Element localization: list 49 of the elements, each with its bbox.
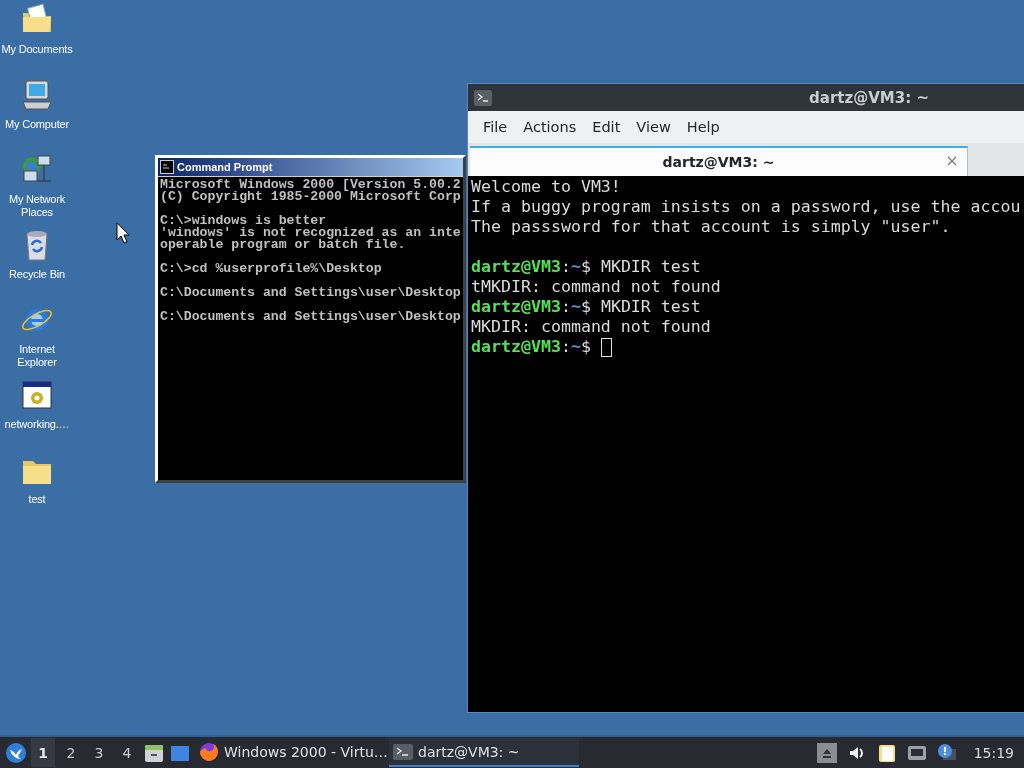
workspace-button[interactable]: 1 (31, 738, 55, 767)
icon-label[interactable]: Recycle Bin (9, 268, 65, 281)
icon-label[interactable]: My Documents (1, 43, 73, 56)
prompt-line: dartz@VM3:~$ MKDIR test (471, 297, 701, 317)
workspace-button[interactable]: 3 (87, 738, 111, 767)
menu-item[interactable]: File (476, 117, 515, 137)
console-text: (C) Copyright 1985-2000 Microsoft Corp (160, 191, 461, 203)
notification-icon[interactable] (936, 742, 957, 763)
icon-label[interactable]: networking.… (4, 418, 70, 431)
output-line: The passsword for that account is simply "user". (471, 217, 951, 237)
console-text: 'windows' is not recognized as an inte (160, 227, 461, 239)
terminal-icon[interactable] (474, 89, 492, 106)
output-line: tMKDIR: command not found (471, 277, 721, 297)
bird-logo-icon[interactable] (5, 741, 27, 764)
icon-label[interactable]: Internet Explorer (0, 343, 74, 369)
pointer-icon (116, 222, 130, 244)
fox-globe-icon (198, 740, 220, 763)
output-line: MKDIR: command not found (471, 317, 711, 337)
menu-item[interactable]: View (629, 117, 678, 137)
computer-icon[interactable] (20, 78, 54, 112)
console-text: C:\>windows is better (160, 215, 327, 227)
icon-label[interactable]: My Computer (5, 118, 69, 131)
console-text: Microsoft Windows 2000 [Version 5.00.2 (160, 179, 461, 191)
icon-label[interactable]: test (28, 493, 46, 506)
output-line: Welcome to VM3! (471, 177, 621, 197)
workspace-button[interactable]: 4 (115, 738, 139, 767)
output-line: If a buggy program insists on a password, use the accou (471, 197, 1021, 217)
workspace-button[interactable]: 2 (59, 738, 83, 767)
menu-item[interactable]: Edit (585, 117, 628, 137)
console-text: C:\Documents and Settings\user\Desktop (160, 311, 461, 323)
icon-label[interactable]: My Network Places (0, 193, 74, 219)
console-text: C:\Documents and Settings\user\Desktop (160, 287, 461, 299)
tab[interactable]: dartz@VM3: ~ (470, 146, 968, 176)
window-title: Command Prompt (177, 161, 273, 173)
prompt-line: dartz@VM3:~$ (471, 337, 591, 357)
clipboard-icon[interactable] (876, 742, 897, 763)
task-button[interactable]: Windows 2000 - Virtu… (195, 738, 385, 767)
console-icon (160, 160, 174, 174)
close-icon[interactable] (947, 156, 957, 166)
console-text: C:\>cd %userprofile%\Desktop (160, 263, 382, 275)
window-title: dartz@VM3: ~ (808, 88, 930, 107)
prompt-line: dartz@VM3:~$ MKDIR test (471, 257, 701, 277)
clock[interactable]: 15:19 (973, 744, 1014, 761)
menu-item[interactable]: Actions (516, 117, 584, 137)
program-window-icon[interactable] (20, 378, 54, 412)
eject-icon[interactable] (816, 742, 837, 763)
menu-item[interactable]: Help (679, 117, 727, 137)
task-button[interactable]: dartz@VM3: ~ (389, 738, 579, 767)
console-text: operable program or batch file. (160, 239, 406, 251)
